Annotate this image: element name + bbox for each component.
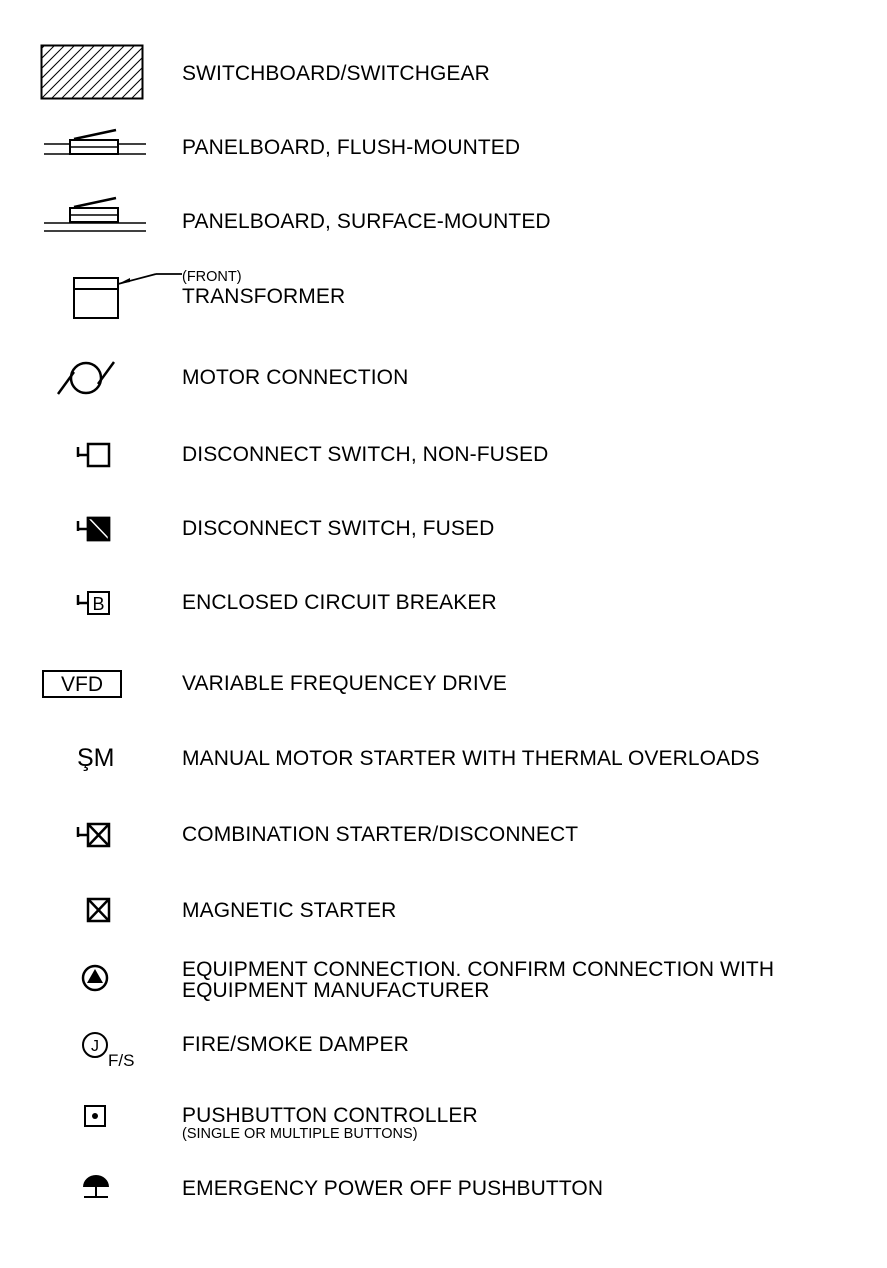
fire-smoke-damper-icon: J	[82, 1032, 108, 1058]
switchboard-symbol-icon	[40, 44, 144, 100]
transformer-icon	[73, 273, 182, 319]
panelboard-surface-label: PANELBOARD, SURFACE-MOUNTED	[182, 210, 551, 233]
disconnect-fused-icon	[76, 516, 111, 542]
motor-connection-label: MOTOR CONNECTION	[182, 366, 409, 389]
epo-pushbutton-label: EMERGENCY POWER OFF PUSHBUTTON	[182, 1177, 604, 1200]
breaker-letter: B	[92, 594, 104, 614]
motor-connection-icon	[56, 361, 116, 395]
vfd-label: VARIABLE FREQUENCEY DRIVE	[182, 672, 507, 695]
equipment-connection-label-line2: EQUIPMENT MANUFACTURER	[182, 979, 490, 1002]
manual-starter-label: MANUAL MOTOR STARTER WITH THERMAL OVERLO…	[182, 747, 760, 770]
disconnect-nonfused-label: DISCONNECT SWITCH, NON-FUSED	[182, 443, 549, 466]
pushbutton-controller-icon	[84, 1105, 106, 1127]
circuit-breaker-label: ENCLOSED CIRCUIT BREAKER	[182, 591, 497, 614]
disconnect-fused-label: DISCONNECT SWITCH, FUSED	[182, 517, 495, 540]
pushbutton-controller-note: (SINGLE OR MULTIPLE BUTTONS)	[182, 1126, 418, 1142]
panelboard-flush-label: PANELBOARD, FLUSH-MOUNTED	[182, 136, 521, 159]
vfd-symbol: VFD	[42, 670, 122, 698]
panelboard-surface-icon	[44, 196, 146, 232]
combination-starter-label: COMBINATION STARTER/DISCONNECT	[182, 823, 579, 846]
pushbutton-controller-label: PUSHBUTTON CONTROLLER	[182, 1104, 478, 1127]
panelboard-flush-icon	[44, 128, 146, 155]
magnetic-starter-label: MAGNETIC STARTER	[182, 899, 397, 922]
equipment-connection-icon	[81, 964, 109, 992]
transformer-label: TRANSFORMER	[182, 285, 346, 308]
fire-smoke-damper-label: FIRE/SMOKE DAMPER	[182, 1033, 409, 1056]
switchboard-label: SWITCHBOARD/SWITCHGEAR	[182, 62, 490, 85]
epo-pushbutton-icon	[83, 1175, 109, 1198]
disconnect-nonfused-icon	[76, 442, 111, 468]
transformer-front-note: (FRONT)	[182, 269, 242, 285]
combination-starter-icon	[76, 822, 111, 848]
magnetic-starter-icon	[86, 897, 111, 923]
damper-letter: J	[91, 1038, 99, 1055]
manual-starter-symbol: ŞM	[77, 744, 115, 772]
circuit-breaker-icon: B	[76, 591, 110, 615]
damper-subscript: F/S	[108, 1051, 135, 1070]
